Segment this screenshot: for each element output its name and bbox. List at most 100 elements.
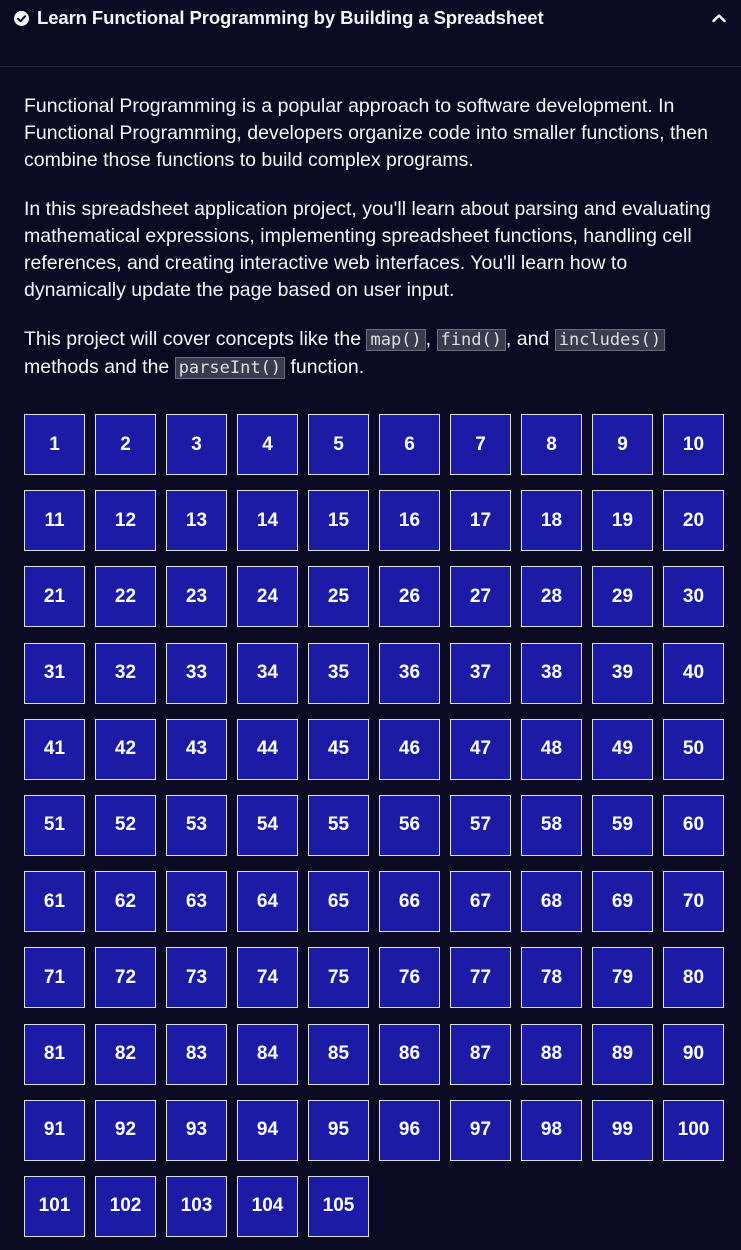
step-button[interactable]: 23 [166,566,227,628]
step-button[interactable]: 104 [237,1175,298,1237]
step-button[interactable]: 75 [308,947,369,1009]
step-button[interactable]: 83 [166,1023,227,1085]
step-button[interactable]: 86 [379,1023,440,1085]
step-button[interactable]: 21 [24,566,85,628]
step-button[interactable]: 29 [592,566,653,628]
step-button[interactable]: 39 [592,642,653,704]
step-button[interactable]: 36 [379,642,440,704]
step-button[interactable]: 66 [379,871,440,933]
step-button[interactable]: 16 [379,490,440,552]
step-button[interactable]: 99 [592,1099,653,1161]
step-button[interactable]: 53 [166,794,227,856]
step-button[interactable]: 27 [450,566,511,628]
step-button[interactable]: 102 [95,1175,156,1237]
step-button[interactable]: 92 [95,1099,156,1161]
step-button[interactable]: 54 [237,794,298,856]
step-button[interactable]: 10 [663,414,724,475]
step-button[interactable]: 88 [521,1023,582,1085]
step-button[interactable]: 40 [663,642,724,704]
step-button[interactable]: 93 [166,1099,227,1161]
step-button[interactable]: 67 [450,871,511,933]
step-button[interactable]: 2 [95,414,156,475]
step-button[interactable]: 22 [95,566,156,628]
step-button[interactable]: 26 [379,566,440,628]
step-button[interactable]: 31 [24,642,85,704]
step-button[interactable]: 3 [166,414,227,475]
step-button[interactable]: 51 [24,794,85,856]
step-button[interactable]: 97 [450,1099,511,1161]
step-button[interactable]: 9 [592,414,653,475]
step-button[interactable]: 4 [237,414,298,475]
step-button[interactable]: 84 [237,1023,298,1085]
step-button[interactable]: 64 [237,871,298,933]
step-button[interactable]: 49 [592,718,653,780]
step-button[interactable]: 20 [663,490,724,552]
step-button[interactable]: 105 [308,1175,369,1237]
step-button[interactable]: 95 [308,1099,369,1161]
step-button[interactable]: 74 [237,947,298,1009]
step-button[interactable]: 28 [521,566,582,628]
step-button[interactable]: 71 [24,947,85,1009]
step-button[interactable]: 62 [95,871,156,933]
step-button[interactable]: 100 [663,1099,724,1161]
step-button[interactable]: 79 [592,947,653,1009]
step-button[interactable]: 63 [166,871,227,933]
step-button[interactable]: 89 [592,1023,653,1085]
step-button[interactable]: 7 [450,414,511,475]
step-button[interactable]: 1 [24,414,85,475]
step-button[interactable]: 58 [521,794,582,856]
step-button[interactable]: 78 [521,947,582,1009]
step-button[interactable]: 82 [95,1023,156,1085]
step-button[interactable]: 76 [379,947,440,1009]
step-button[interactable]: 87 [450,1023,511,1085]
step-button[interactable]: 77 [450,947,511,1009]
step-button[interactable]: 45 [308,718,369,780]
step-button[interactable]: 60 [663,794,724,856]
step-button[interactable]: 18 [521,490,582,552]
step-button[interactable]: 46 [379,718,440,780]
step-button[interactable]: 103 [166,1175,227,1237]
step-button[interactable]: 13 [166,490,227,552]
step-button[interactable]: 47 [450,718,511,780]
step-button[interactable]: 6 [379,414,440,475]
step-button[interactable]: 38 [521,642,582,704]
step-button[interactable]: 44 [237,718,298,780]
step-button[interactable]: 5 [308,414,369,475]
step-button[interactable]: 11 [24,490,85,552]
step-button[interactable]: 91 [24,1099,85,1161]
block-header[interactable]: Learn Functional Programming by Building… [0,0,741,36]
step-button[interactable]: 48 [521,718,582,780]
step-button[interactable]: 59 [592,794,653,856]
step-button[interactable]: 34 [237,642,298,704]
step-button[interactable]: 80 [663,947,724,1009]
step-button[interactable]: 72 [95,947,156,1009]
chevron-up-icon[interactable] [710,9,728,27]
step-button[interactable]: 98 [521,1099,582,1161]
step-button[interactable]: 50 [663,718,724,780]
step-button[interactable]: 14 [237,490,298,552]
step-button[interactable]: 90 [663,1023,724,1085]
step-button[interactable]: 32 [95,642,156,704]
step-button[interactable]: 68 [521,871,582,933]
step-button[interactable]: 65 [308,871,369,933]
step-button[interactable]: 57 [450,794,511,856]
step-button[interactable]: 19 [592,490,653,552]
step-button[interactable]: 56 [379,794,440,856]
step-button[interactable]: 30 [663,566,724,628]
step-button[interactable]: 42 [95,718,156,780]
step-button[interactable]: 52 [95,794,156,856]
step-button[interactable]: 15 [308,490,369,552]
step-button[interactable]: 73 [166,947,227,1009]
step-button[interactable]: 33 [166,642,227,704]
step-button[interactable]: 94 [237,1099,298,1161]
step-button[interactable]: 41 [24,718,85,780]
step-button[interactable]: 17 [450,490,511,552]
step-button[interactable]: 81 [24,1023,85,1085]
step-button[interactable]: 69 [592,871,653,933]
step-button[interactable]: 55 [308,794,369,856]
step-button[interactable]: 70 [663,871,724,933]
step-button[interactable]: 8 [521,414,582,475]
step-button[interactable]: 43 [166,718,227,780]
step-button[interactable]: 101 [24,1175,85,1237]
step-button[interactable]: 85 [308,1023,369,1085]
